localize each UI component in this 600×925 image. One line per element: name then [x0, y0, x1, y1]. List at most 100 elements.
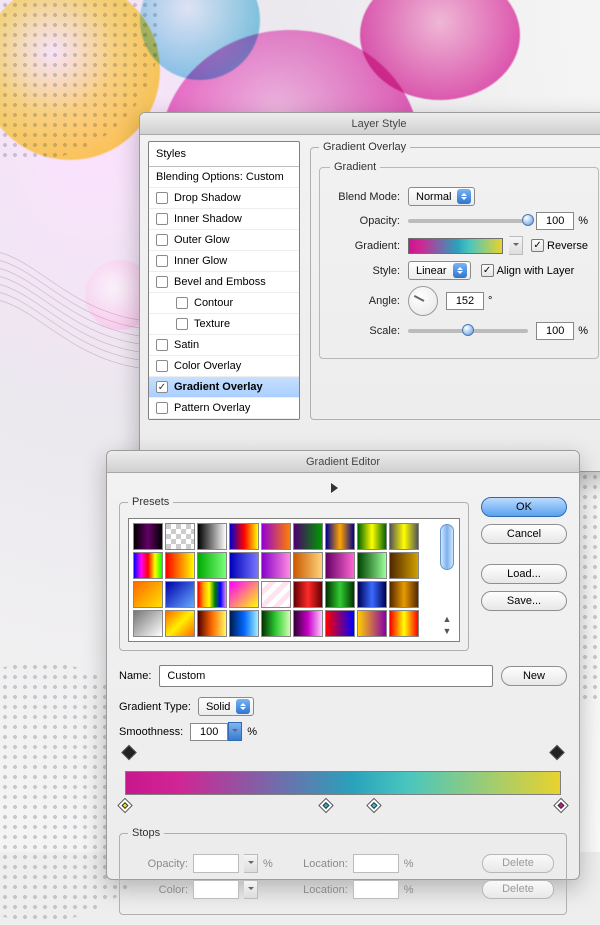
align-checkbox[interactable]: [481, 264, 494, 277]
preset-swatch[interactable]: [197, 610, 227, 637]
opacity-stops-track[interactable]: [125, 747, 561, 761]
scale-input[interactable]: 100: [536, 322, 574, 340]
preset-swatch[interactable]: [261, 523, 291, 550]
preset-swatch[interactable]: [261, 610, 291, 637]
preset-swatch[interactable]: [197, 523, 227, 550]
preset-swatch[interactable]: [165, 552, 195, 579]
preset-swatch[interactable]: [293, 581, 323, 608]
style-select[interactable]: Linear: [408, 261, 471, 280]
preset-swatch[interactable]: [293, 523, 323, 550]
gradient-swatch[interactable]: [408, 238, 503, 254]
checkbox[interactable]: [176, 318, 188, 330]
blend-mode-select[interactable]: Normal: [408, 187, 475, 206]
preset-swatch[interactable]: [325, 581, 355, 608]
checkbox[interactable]: [156, 402, 168, 414]
preset-swatch[interactable]: [165, 581, 195, 608]
name-input[interactable]: Custom: [159, 665, 493, 687]
preset-swatch[interactable]: [133, 610, 163, 637]
ok-button[interactable]: OK: [481, 497, 567, 517]
layer-style-titlebar[interactable]: Layer Style: [140, 113, 600, 135]
preset-swatch[interactable]: [389, 581, 419, 608]
preset-swatch[interactable]: [229, 581, 259, 608]
load-button[interactable]: Load...: [481, 564, 567, 584]
checkbox[interactable]: [156, 192, 168, 204]
checkbox[interactable]: [156, 234, 168, 246]
preset-swatch[interactable]: [229, 523, 259, 550]
preset-swatch[interactable]: [357, 552, 387, 579]
style-row-outer-glow[interactable]: Outer Glow: [149, 230, 299, 251]
color-stop-swatch[interactable]: [193, 880, 239, 899]
preset-swatch[interactable]: [293, 610, 323, 637]
opacity-location-input[interactable]: [353, 854, 399, 873]
preset-swatch[interactable]: [357, 581, 387, 608]
preset-swatch[interactable]: [325, 552, 355, 579]
blending-options-row[interactable]: Blending Options: Custom: [149, 167, 299, 188]
style-row-bevel-and-emboss[interactable]: Bevel and Emboss: [149, 272, 299, 293]
preset-swatch[interactable]: [357, 523, 387, 550]
presets-scrollbar[interactable]: ▲▼: [439, 523, 455, 637]
style-row-texture[interactable]: Texture: [149, 314, 299, 335]
angle-dial[interactable]: [408, 286, 438, 316]
gradient-type-select[interactable]: Solid: [198, 697, 254, 716]
checkbox[interactable]: [156, 213, 168, 225]
preset-swatch[interactable]: [165, 610, 195, 637]
scale-slider[interactable]: [408, 329, 528, 333]
gradient-dropdown[interactable]: [509, 236, 523, 255]
preset-swatch[interactable]: [293, 552, 323, 579]
checkbox[interactable]: [156, 339, 168, 351]
save-button[interactable]: Save...: [481, 591, 567, 611]
style-row-gradient-overlay[interactable]: Gradient Overlay: [149, 377, 299, 398]
color-stop-dropdown[interactable]: [244, 880, 258, 899]
preset-swatch[interactable]: [261, 552, 291, 579]
gradient-editor-titlebar[interactable]: Gradient Editor: [107, 451, 579, 473]
opacity-slider[interactable]: [408, 219, 528, 223]
new-button[interactable]: New: [501, 666, 567, 686]
color-stop[interactable]: [368, 800, 379, 813]
preset-swatch[interactable]: [389, 552, 419, 579]
checkbox[interactable]: [156, 381, 168, 393]
style-row-pattern-overlay[interactable]: Pattern Overlay: [149, 398, 299, 419]
color-stop[interactable]: [120, 800, 131, 813]
styles-header[interactable]: Styles: [149, 142, 299, 167]
gradient-bar[interactable]: [125, 771, 561, 795]
preset-swatch[interactable]: [325, 610, 355, 637]
preset-swatch[interactable]: [133, 552, 163, 579]
color-stop[interactable]: [320, 800, 331, 813]
style-row-contour[interactable]: Contour: [149, 293, 299, 314]
cancel-button[interactable]: Cancel: [481, 524, 567, 544]
opacity-stop-dropdown[interactable]: [244, 854, 258, 873]
smoothness-input[interactable]: 100: [190, 723, 228, 741]
style-row-color-overlay[interactable]: Color Overlay: [149, 356, 299, 377]
style-row-inner-shadow[interactable]: Inner Shadow: [149, 209, 299, 230]
preset-swatch[interactable]: [229, 552, 259, 579]
reverse-checkbox[interactable]: [531, 239, 544, 252]
color-stops-track[interactable]: [125, 801, 561, 815]
preset-swatch[interactable]: [197, 552, 227, 579]
preset-swatch[interactable]: [197, 581, 227, 608]
flyout-icon[interactable]: [331, 483, 343, 493]
preset-swatch[interactable]: [229, 610, 259, 637]
preset-swatch[interactable]: [165, 523, 195, 550]
preset-swatch[interactable]: [389, 523, 419, 550]
color-stop[interactable]: [556, 800, 567, 813]
preset-swatch[interactable]: [325, 523, 355, 550]
preset-swatch[interactable]: [357, 610, 387, 637]
opacity-input[interactable]: 100: [536, 212, 574, 230]
color-location-input[interactable]: [353, 880, 399, 899]
preset-swatch[interactable]: [389, 610, 419, 637]
style-row-drop-shadow[interactable]: Drop Shadow: [149, 188, 299, 209]
preset-swatch[interactable]: [133, 581, 163, 608]
smoothness-dropdown[interactable]: [228, 722, 242, 741]
preset-swatch[interactable]: [261, 581, 291, 608]
style-row-inner-glow[interactable]: Inner Glow: [149, 251, 299, 272]
checkbox[interactable]: [156, 360, 168, 372]
checkbox[interactable]: [156, 276, 168, 288]
checkbox[interactable]: [176, 297, 188, 309]
opacity-stop-input[interactable]: [193, 854, 239, 873]
preset-swatch[interactable]: [133, 523, 163, 550]
delete-color-stop-button[interactable]: Delete: [482, 880, 554, 899]
delete-opacity-stop-button[interactable]: Delete: [482, 854, 554, 873]
style-row-satin[interactable]: Satin: [149, 335, 299, 356]
checkbox[interactable]: [156, 255, 168, 267]
angle-input[interactable]: 152: [446, 292, 484, 310]
